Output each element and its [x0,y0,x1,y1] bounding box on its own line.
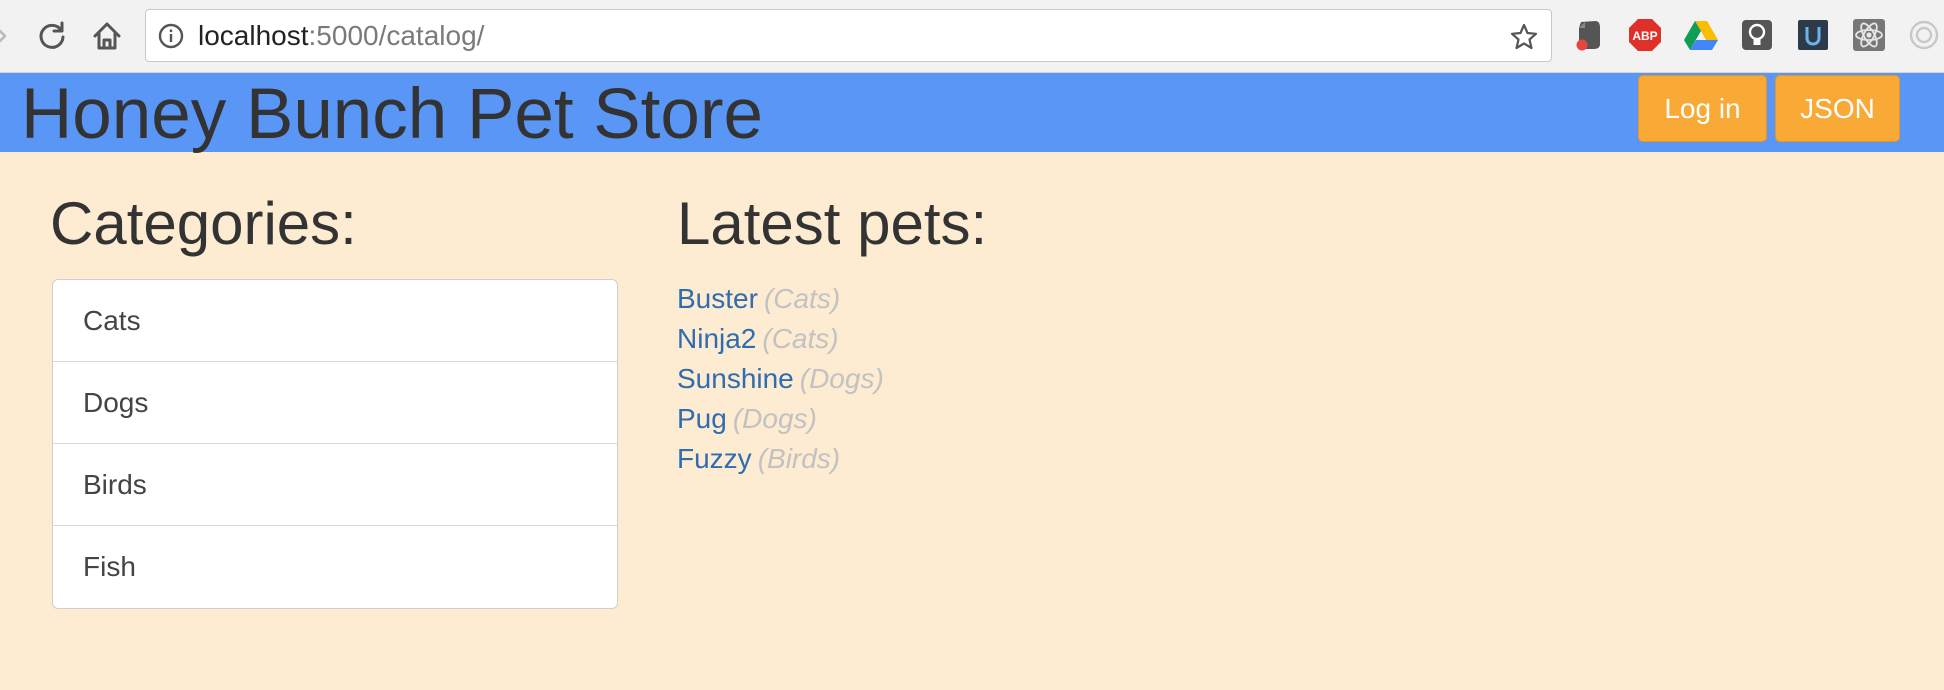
home-button[interactable] [87,16,127,56]
pet-row: Fuzzy (Birds) [677,440,884,480]
reload-icon [39,21,65,49]
pet-link-sunshine[interactable]: Sunshine [677,363,794,394]
udacity-icon[interactable] [1795,17,1831,53]
category-item-fish[interactable]: Fish [53,526,617,608]
pet-category: (Cats) [763,283,841,314]
latest-pets-list: Buster (Cats) Ninja2 (Cats) Sunshine (Dogs)… [677,280,884,480]
site-header: Honey Bunch Pet Store Log in JSON [0,73,1944,155]
reload-button[interactable] [32,16,72,56]
categories-heading: Categories: [50,190,357,257]
adblock-plus-icon[interactable]: ABP [1627,17,1663,53]
pet-link-buster[interactable]: Buster [677,283,758,314]
pet-row: Buster (Cats) [677,280,884,320]
forward-button[interactable] [0,16,22,56]
pet-link-ninja2[interactable]: Ninja2 [677,323,756,354]
latest-pets-heading: Latest pets: [677,190,988,257]
login-button[interactable]: Log in [1638,75,1767,142]
category-list: Cats Dogs Birds Fish [52,279,618,609]
bookmark-star-icon[interactable] [1509,22,1539,52]
category-item-birds[interactable]: Birds [53,444,617,526]
info-icon[interactable] [158,23,184,49]
pet-row: Pug (Dogs) [677,400,884,440]
browser-toolbar: localhost:5000/catalog/ ABP [0,0,1944,73]
pet-category: (Cats) [762,323,839,354]
url-path: :5000/catalog/ [308,20,485,51]
category-item-cats[interactable]: Cats [53,280,617,362]
evernote-icon[interactable] [1571,17,1607,53]
home-icon [93,22,121,50]
abp-label: ABP [1632,29,1657,43]
pet-category: (Birds) [757,443,841,474]
google-drive-icon[interactable] [1683,17,1719,53]
loading-icon[interactable] [1906,17,1942,53]
pet-category: (Dogs) [732,403,817,434]
site-title[interactable]: Honey Bunch Pet Store [21,75,763,155]
forward-arrow-icon [0,29,7,43]
lightbulb-icon[interactable] [1739,17,1775,53]
pet-row: Ninja2 (Cats) [677,320,884,360]
json-button[interactable]: JSON [1775,75,1900,142]
pet-link-fuzzy[interactable]: Fuzzy [677,443,752,474]
category-item-dogs[interactable]: Dogs [53,362,617,444]
url-host: localhost [198,20,309,51]
url-text[interactable]: localhost:5000/catalog/ [198,21,484,51]
react-devtools-icon[interactable] [1851,17,1887,53]
pet-link-pug[interactable]: Pug [677,403,727,434]
pet-category: (Dogs) [799,363,884,394]
address-bar[interactable]: localhost:5000/catalog/ [145,9,1552,62]
pet-row: Sunshine (Dogs) [677,360,884,400]
